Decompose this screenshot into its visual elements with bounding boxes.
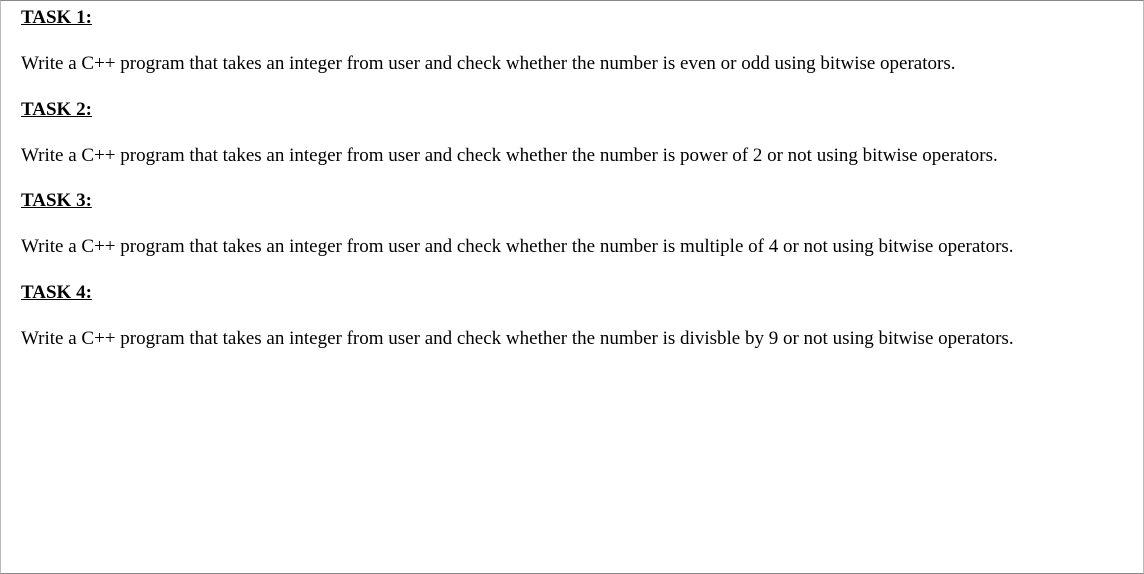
- task-3-body: Write a C++ program that takes an intege…: [21, 234, 1123, 260]
- task-2-body: Write a C++ program that takes an intege…: [21, 143, 1123, 169]
- task-4-body: Write a C++ program that takes an intege…: [21, 326, 1123, 352]
- task-1-body: Write a C++ program that takes an intege…: [21, 51, 1123, 77]
- task-3-heading: TASK 3:: [21, 190, 1123, 212]
- task-1-heading: TASK 1:: [21, 7, 1123, 29]
- document-page: TASK 1: Write a C++ program that takes a…: [0, 0, 1144, 574]
- task-4-heading: TASK 4:: [21, 282, 1123, 304]
- task-2-heading: TASK 2:: [21, 99, 1123, 121]
